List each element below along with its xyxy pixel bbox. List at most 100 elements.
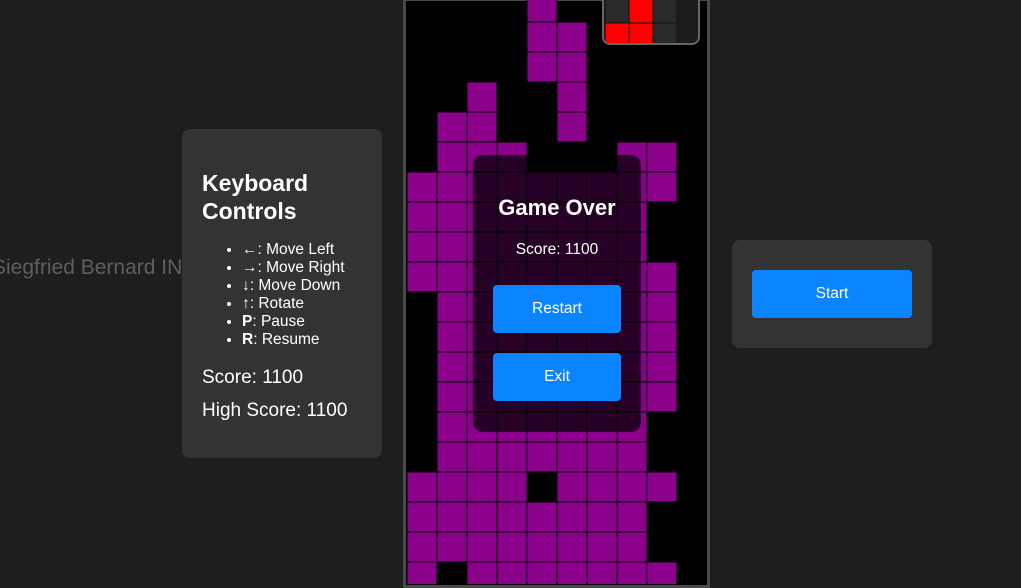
next-piece-empty-cell xyxy=(604,0,630,24)
control-action: : Pause xyxy=(252,313,305,330)
board-block xyxy=(436,141,468,173)
board-block xyxy=(496,501,528,533)
board-block xyxy=(436,321,468,353)
board-block xyxy=(556,441,588,473)
board-block xyxy=(646,291,678,323)
board-block xyxy=(407,531,438,563)
board-block xyxy=(496,471,528,503)
control-action: : Move Right xyxy=(257,259,345,276)
game-over-score: Score: 1100 xyxy=(515,241,599,258)
board-block xyxy=(466,441,498,473)
board-block xyxy=(646,471,678,503)
board-block xyxy=(586,501,618,533)
board-block xyxy=(436,231,468,263)
control-resume: R: Resume xyxy=(242,331,382,349)
board-block xyxy=(526,0,558,23)
next-piece xyxy=(604,0,678,43)
board-block xyxy=(556,81,588,113)
board-block xyxy=(616,471,648,503)
board-block xyxy=(646,381,678,413)
board-block xyxy=(407,201,438,233)
restart-button[interactable]: Restart xyxy=(493,285,621,333)
control-key: P xyxy=(242,313,253,330)
control-move-left: ←: Move Left xyxy=(242,241,382,259)
board-block xyxy=(436,501,468,533)
board-block xyxy=(496,441,528,473)
board-block xyxy=(407,561,438,584)
board-block xyxy=(466,111,498,143)
board-block xyxy=(646,561,678,584)
next-piece-block xyxy=(628,0,654,24)
control-action: : Move Left xyxy=(257,241,335,258)
board-block xyxy=(616,441,648,473)
board-block xyxy=(436,531,468,563)
board-block xyxy=(436,111,468,143)
control-rotate: ↑: Rotate xyxy=(242,295,382,313)
control-pause: P: Pause xyxy=(242,313,382,331)
start-button[interactable]: Start xyxy=(752,270,912,318)
board-block xyxy=(436,381,468,413)
board-block xyxy=(646,141,678,173)
board-block xyxy=(556,561,588,584)
board-block xyxy=(496,561,528,584)
control-key: ↓ xyxy=(242,277,250,294)
board-block xyxy=(436,171,468,203)
controls-list: ←: Move Left →: Move Right ↓: Move Down … xyxy=(202,241,382,349)
board-block xyxy=(586,471,618,503)
game-over-title: Game Over xyxy=(498,195,616,220)
control-key: ← xyxy=(242,241,258,258)
board-block xyxy=(556,531,588,563)
control-action: : Rotate xyxy=(249,295,305,312)
board-block xyxy=(496,531,528,563)
control-key: R xyxy=(242,331,254,348)
board-block xyxy=(646,261,678,293)
score-display: Score: 1100 xyxy=(202,367,304,388)
control-action: : Resume xyxy=(253,331,320,348)
board-block xyxy=(526,51,558,83)
board-block xyxy=(646,321,678,353)
board-block xyxy=(436,441,468,473)
board-block xyxy=(616,561,648,584)
board-block xyxy=(616,531,648,563)
board-block xyxy=(436,411,468,443)
board-block xyxy=(586,561,618,584)
next-piece-block xyxy=(604,22,630,43)
board-block xyxy=(526,561,558,584)
board-block xyxy=(436,351,468,383)
board-block xyxy=(407,231,438,263)
control-action: : Move Down xyxy=(249,277,341,294)
board-block xyxy=(556,21,588,53)
board-block xyxy=(407,171,438,203)
control-move-down: ↓: Move Down xyxy=(242,277,382,295)
board-block xyxy=(586,531,618,563)
board-block xyxy=(556,111,588,143)
board-block xyxy=(436,471,468,503)
board-block xyxy=(556,51,588,83)
board-block xyxy=(466,81,498,113)
game-over-dialog: Game Over Score: 1100 Restart Exit xyxy=(473,155,641,432)
controls-title: Keyboard Controls xyxy=(202,170,309,224)
board-block xyxy=(436,201,468,233)
board-block xyxy=(466,471,498,503)
next-piece-block xyxy=(628,22,654,43)
next-piece-preview xyxy=(602,0,700,45)
board-block xyxy=(646,351,678,383)
board-block xyxy=(436,261,468,293)
board-block xyxy=(556,471,588,503)
next-piece-empty-cell xyxy=(652,22,678,43)
board-block xyxy=(407,471,438,503)
start-panel: Start xyxy=(732,240,932,348)
board-block xyxy=(466,531,498,563)
board-block xyxy=(526,531,558,563)
board-block xyxy=(526,501,558,533)
control-key: ↑ xyxy=(242,295,250,312)
controls-panel: Keyboard Controls ←: Move Left →: Move R… xyxy=(182,129,382,458)
next-piece-empty-cell xyxy=(652,0,678,24)
board-block xyxy=(466,501,498,533)
exit-button[interactable]: Exit xyxy=(493,353,621,401)
board-block xyxy=(586,441,618,473)
board-block xyxy=(407,501,438,533)
board-block xyxy=(616,501,648,533)
board-block xyxy=(556,501,588,533)
control-key: → xyxy=(242,259,258,276)
